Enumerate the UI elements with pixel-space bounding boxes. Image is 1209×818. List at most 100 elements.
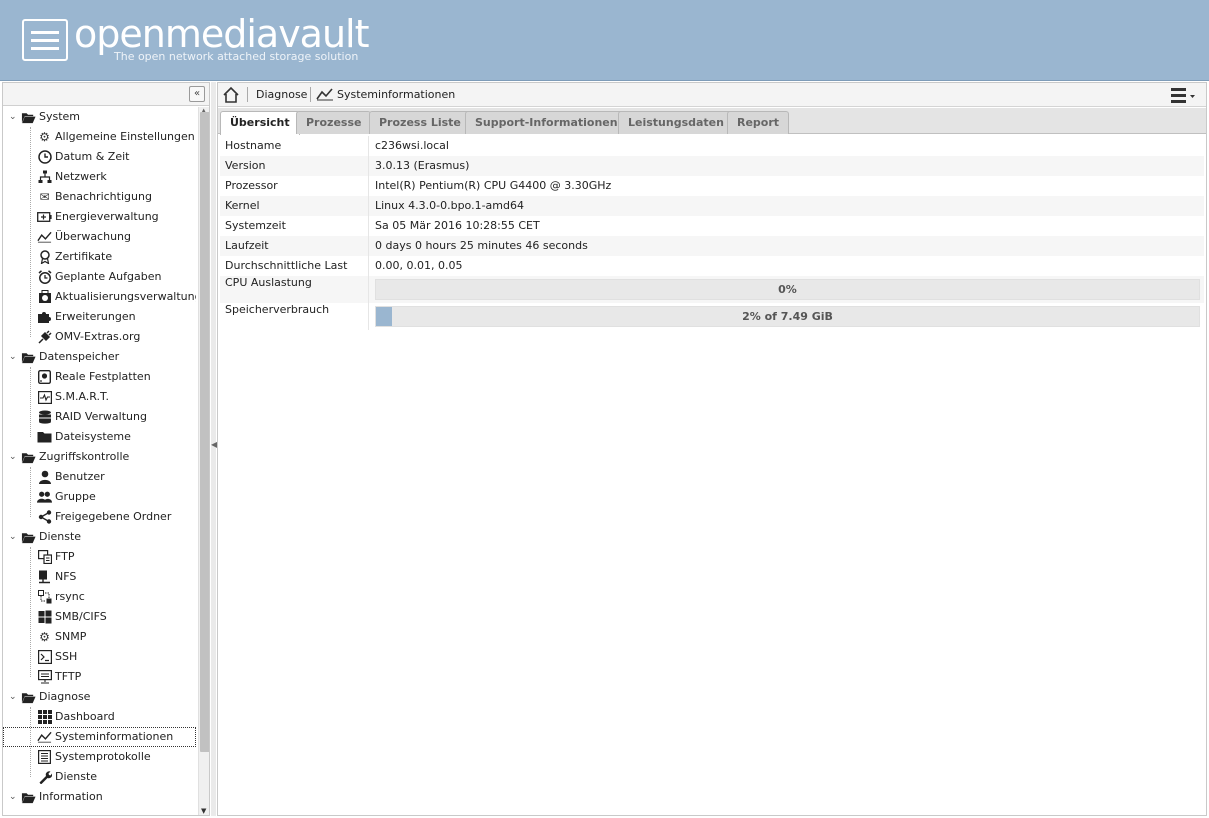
scrollbar-thumb[interactable] — [200, 112, 209, 752]
sidebar-item-dienste[interactable]: Dienste — [3, 767, 196, 787]
folder-open-icon — [21, 790, 36, 804]
sidebar-item-label: Zertifikate — [55, 250, 113, 263]
sidebar-item-omv-extras-org[interactable]: OMV-Extras.org — [3, 327, 196, 347]
folder-open-icon — [21, 350, 36, 364]
property-row-last: Durchschnittliche Last 0.00, 0.01, 0.05 — [220, 256, 1204, 276]
sidebar-item-raid-verwaltung[interactable]: RAID Verwaltung — [3, 407, 196, 427]
sidebar-item-datum-zeit[interactable]: Datum & Zeit — [3, 147, 196, 167]
gears-icon: ⚙ — [39, 130, 50, 144]
sidebar-scrollbar[interactable]: ▲ ▼ — [198, 107, 209, 815]
tab-uebersicht[interactable]: Übersicht — [220, 111, 300, 135]
sidebar-group-zugriffskontrolle[interactable]: ⌄ Zugriffskontrolle — [3, 447, 196, 467]
windows-icon — [37, 610, 52, 624]
folder-open-icon — [21, 690, 36, 704]
app-header: openmediavault The open network attached… — [0, 0, 1209, 81]
sidebar-item-überwachung[interactable]: Überwachung — [3, 227, 196, 247]
sidebar-item-geplante-aufgaben[interactable]: Geplante Aufgaben — [3, 267, 196, 287]
user-icon — [37, 470, 52, 484]
sidebar-item-label: Reale Festplatten — [55, 370, 151, 383]
sidebar-item-label: SNMP — [55, 630, 87, 643]
rsync-icon — [37, 590, 52, 604]
chevron-down-icon[interactable]: ⌄ — [9, 347, 19, 367]
chart-line-icon — [316, 87, 334, 101]
sidebar-item-label: SMB/CIFS — [55, 610, 107, 623]
sidebar-item-label: Freigegebene Ordner — [55, 510, 172, 523]
chevron-down-icon[interactable]: ⌄ — [9, 447, 19, 467]
property-row-laufzeit: Laufzeit 0 days 0 hours 25 minutes 46 sec… — [220, 236, 1204, 256]
sidebar-item-snmp[interactable]: ⚙ SNMP — [3, 627, 196, 647]
chevron-down-icon[interactable]: ⌄ — [9, 107, 19, 127]
sidebar-item-label: Erweiterungen — [55, 310, 136, 323]
property-key: Laufzeit — [225, 239, 269, 252]
chevron-down-icon[interactable]: ⌄ — [9, 687, 19, 707]
hamburger-menu-button[interactable] — [1170, 86, 1196, 104]
sidebar-item-zertifikate[interactable]: Zertifikate — [3, 247, 196, 267]
property-row-prozessor: Prozessor Intel(R) Pentium(R) CPU G4400 @… — [220, 176, 1204, 196]
sidebar-item-smb-cifs[interactable]: SMB/CIFS — [3, 607, 196, 627]
collapse-sidebar-button[interactable]: « — [189, 86, 205, 102]
sidebar-item-aktualisierungsverwaltung[interactable]: Aktualisierungsverwaltung — [3, 287, 196, 307]
home-icon[interactable] — [222, 86, 240, 104]
alarm-clock-icon — [37, 270, 52, 284]
sidebar-item-label: Dateisysteme — [55, 430, 131, 443]
sidebar-group-label: Diagnose — [39, 690, 91, 703]
sidebar-item-freigegebene-ordner[interactable]: Freigegebene Ordner — [3, 507, 196, 527]
chevron-down-icon[interactable]: ⌄ — [9, 527, 19, 547]
memory-usage-label: 2% of 7.49 GiB — [742, 310, 833, 323]
sidebar-group-label: System — [39, 110, 81, 123]
sidebar-group-datenspeicher[interactable]: ⌄ Datenspeicher — [3, 347, 196, 367]
terminal-icon — [37, 650, 52, 664]
sidebar-item-s-m-a-r-t-[interactable]: S.M.A.R.T. — [3, 387, 196, 407]
tab-support-informationen[interactable]: Support-Informationen — [465, 111, 628, 134]
tab-prozess-liste[interactable]: Prozess Liste — [369, 111, 471, 134]
menu-logo-icon[interactable] — [22, 19, 68, 61]
property-value: 0 days 0 hours 25 minutes 46 seconds — [375, 239, 588, 252]
sidebar-group-information[interactable]: ⌄ Information — [3, 787, 196, 807]
breadcrumb-systeminformationen[interactable]: Systeminformationen — [337, 88, 455, 101]
sidebar-item-label: Datum & Zeit — [55, 150, 130, 163]
sidebar-item-benachrichtigung[interactable]: ✉ Benachrichtigung — [3, 187, 196, 207]
sidebar-item-label: Dienste — [55, 770, 98, 783]
scroll-down-icon[interactable]: ▼ — [201, 807, 206, 815]
sidebar-item-tftp[interactable]: TFTP — [3, 667, 196, 687]
sidebar-item-dateisysteme[interactable]: Dateisysteme — [3, 427, 196, 447]
sidebar-item-label: Benutzer — [55, 470, 105, 483]
sidebar-group-system[interactable]: ⌄ System — [3, 107, 196, 127]
sidebar-item-benutzer[interactable]: Benutzer — [3, 467, 196, 487]
sidebar-item-systeminformationen[interactable]: Systeminformationen — [3, 727, 196, 747]
wrench-icon — [37, 770, 52, 784]
sidebar-item-label: Überwachung — [55, 230, 132, 243]
property-key: Hostname — [225, 139, 282, 152]
sidebar-item-label: Gruppe — [55, 490, 96, 503]
sidebar-item-ftp[interactable]: FTP — [3, 547, 196, 567]
chevron-down-icon[interactable]: ⌄ — [9, 787, 19, 807]
breadcrumb-diagnose[interactable]: Diagnose — [256, 88, 307, 101]
sidebar-item-label: FTP — [55, 550, 75, 563]
sidebar-item-energieverwaltung[interactable]: Energieverwaltung — [3, 207, 196, 227]
main-panel: Diagnose Systeminformationen Übersicht P… — [217, 82, 1207, 816]
tab-prozesse[interactable]: Prozesse — [296, 111, 372, 134]
sidebar-toolbar: « — [3, 83, 209, 106]
sidebar-item-label: Geplante Aufgaben — [55, 270, 162, 283]
ftp-icon — [37, 550, 52, 564]
sidebar-item-erweiterungen[interactable]: Erweiterungen — [3, 307, 196, 327]
tab-leistungsdaten[interactable]: Leistungsdaten — [618, 111, 734, 134]
property-row-memory: Speicherverbrauch 2% of 7.49 GiB — [220, 303, 1204, 330]
property-row-hostname: Hostname c236wsi.local — [220, 136, 1204, 156]
sidebar-item-nfs[interactable]: NFS — [3, 567, 196, 587]
sidebar-item-dashboard[interactable]: Dashboard — [3, 707, 196, 727]
sidebar-item-netzwerk[interactable]: Netzwerk — [3, 167, 196, 187]
sidebar-item-rsync[interactable]: rsync — [3, 587, 196, 607]
sidebar-item-gruppe[interactable]: Gruppe — [3, 487, 196, 507]
sidebar-item-ssh[interactable]: SSH — [3, 647, 196, 667]
sidebar-group-diagnose[interactable]: ⌄ Diagnose — [3, 687, 196, 707]
sidebar-item-systemprotokolle[interactable]: Systemprotokolle — [3, 747, 196, 767]
panel-splitter[interactable]: ◀ — [211, 82, 217, 816]
sidebar-group-label: Zugriffskontrolle — [39, 450, 130, 463]
tab-report[interactable]: Report — [727, 111, 790, 134]
sidebar-item-label: RAID Verwaltung — [55, 410, 147, 423]
sidebar-group-dienste[interactable]: ⌄ Dienste — [3, 527, 196, 547]
sidebar-item-allgemeine-einstellungen[interactable]: ⚙ Allgemeine Einstellungen — [3, 127, 196, 147]
sidebar-item-label: SSH — [55, 650, 78, 663]
sidebar-item-reale-festplatten[interactable]: Reale Festplatten — [3, 367, 196, 387]
